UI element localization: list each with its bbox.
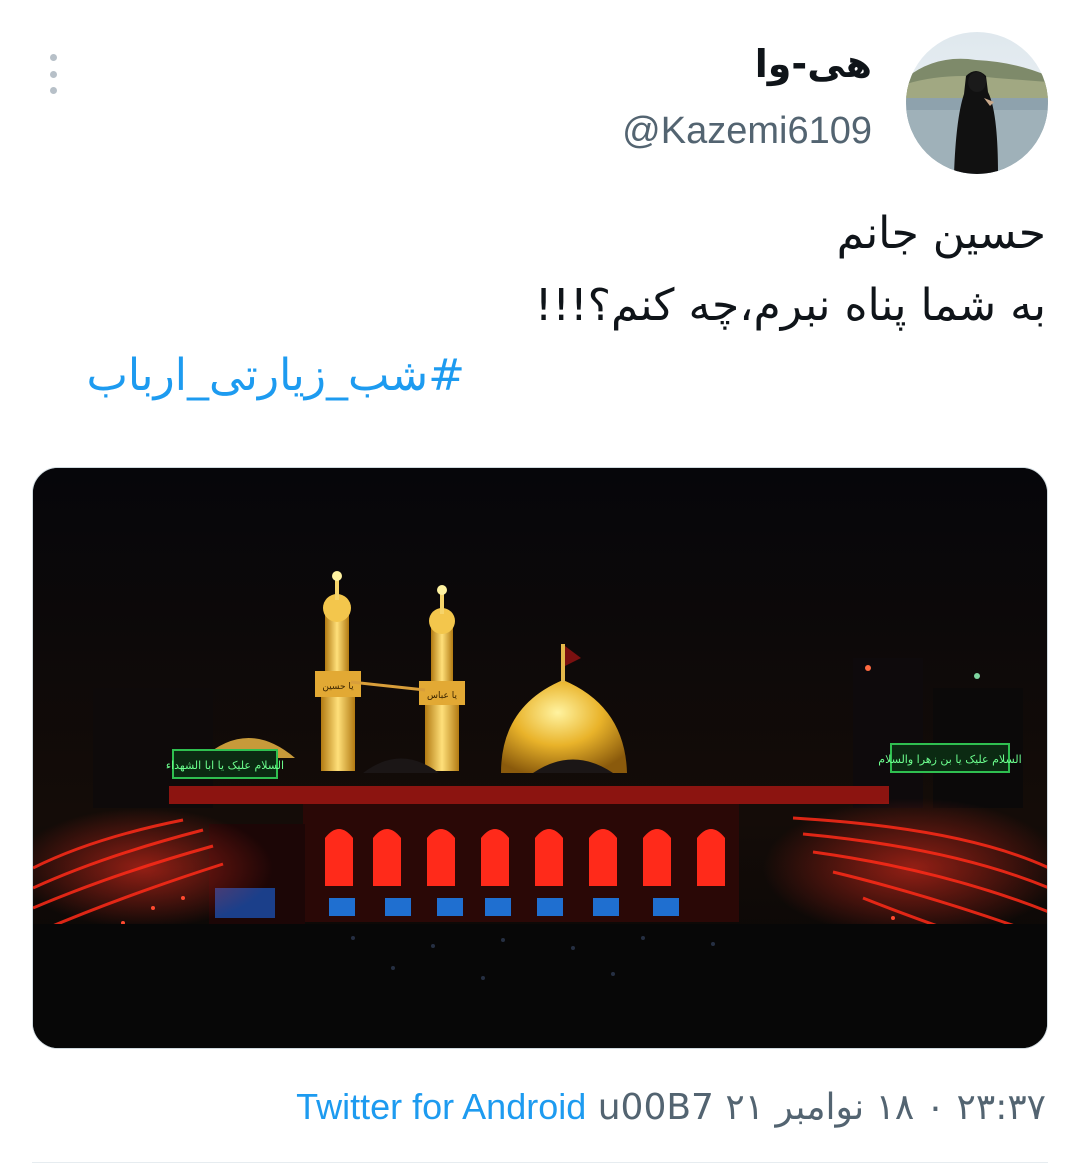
shrine-night-photo: یا حسین یا عباس السلام علیک یا ابا الشهد… — [33, 468, 1047, 1048]
tweet-meta: Twitter for Android u00B7 ۲۳:۳۷ ۰ ۱۸ نوا… — [296, 1086, 1046, 1128]
avatar[interactable] — [906, 32, 1048, 174]
author-handle[interactable]: @Kazemi6109 — [622, 110, 872, 153]
divider — [32, 1162, 1048, 1163]
banner-left: السلام علیک یا ابا الشهداء — [166, 759, 284, 772]
author-display-name[interactable]: هی-وا — [755, 42, 872, 86]
tweet-media-image[interactable]: یا حسین یا عباس السلام علیک یا ابا الشهد… — [32, 467, 1048, 1049]
more-dot — [49, 70, 57, 78]
tweet-card: هی-وا @Kazemi6109 حسین جانم به شما پناه … — [0, 0, 1080, 1168]
hashtag-link[interactable]: شب_زیارتی_ارباب# — [86, 350, 465, 401]
source-link[interactable]: Twitter for Android — [296, 1086, 586, 1127]
banner-right: السلام علیک یا بن زهرا والسلام — [878, 753, 1021, 766]
meta-separator: u00B7 — [597, 1087, 714, 1128]
more-dot — [49, 87, 57, 94]
more-options-button[interactable] — [40, 54, 66, 94]
tweet-text-line: به شما پناه نبرم،چه کنم؟!!! — [534, 280, 1046, 331]
avatar-image — [906, 32, 1048, 174]
minaret-left-label: یا حسین — [322, 682, 354, 692]
more-vertical-icon — [49, 54, 57, 61]
tweet-timestamp[interactable]: ۲۳:۳۷ ۰ ۱۸ نوامبر ۲۱ — [725, 1087, 1046, 1128]
tweet-text: حسین جانم به شما پناه نبرم،چه کنم؟!!! — [36, 198, 1046, 342]
minaret-right-label: یا عباس — [427, 691, 457, 701]
tweet-text-line: حسین جانم — [836, 208, 1046, 259]
